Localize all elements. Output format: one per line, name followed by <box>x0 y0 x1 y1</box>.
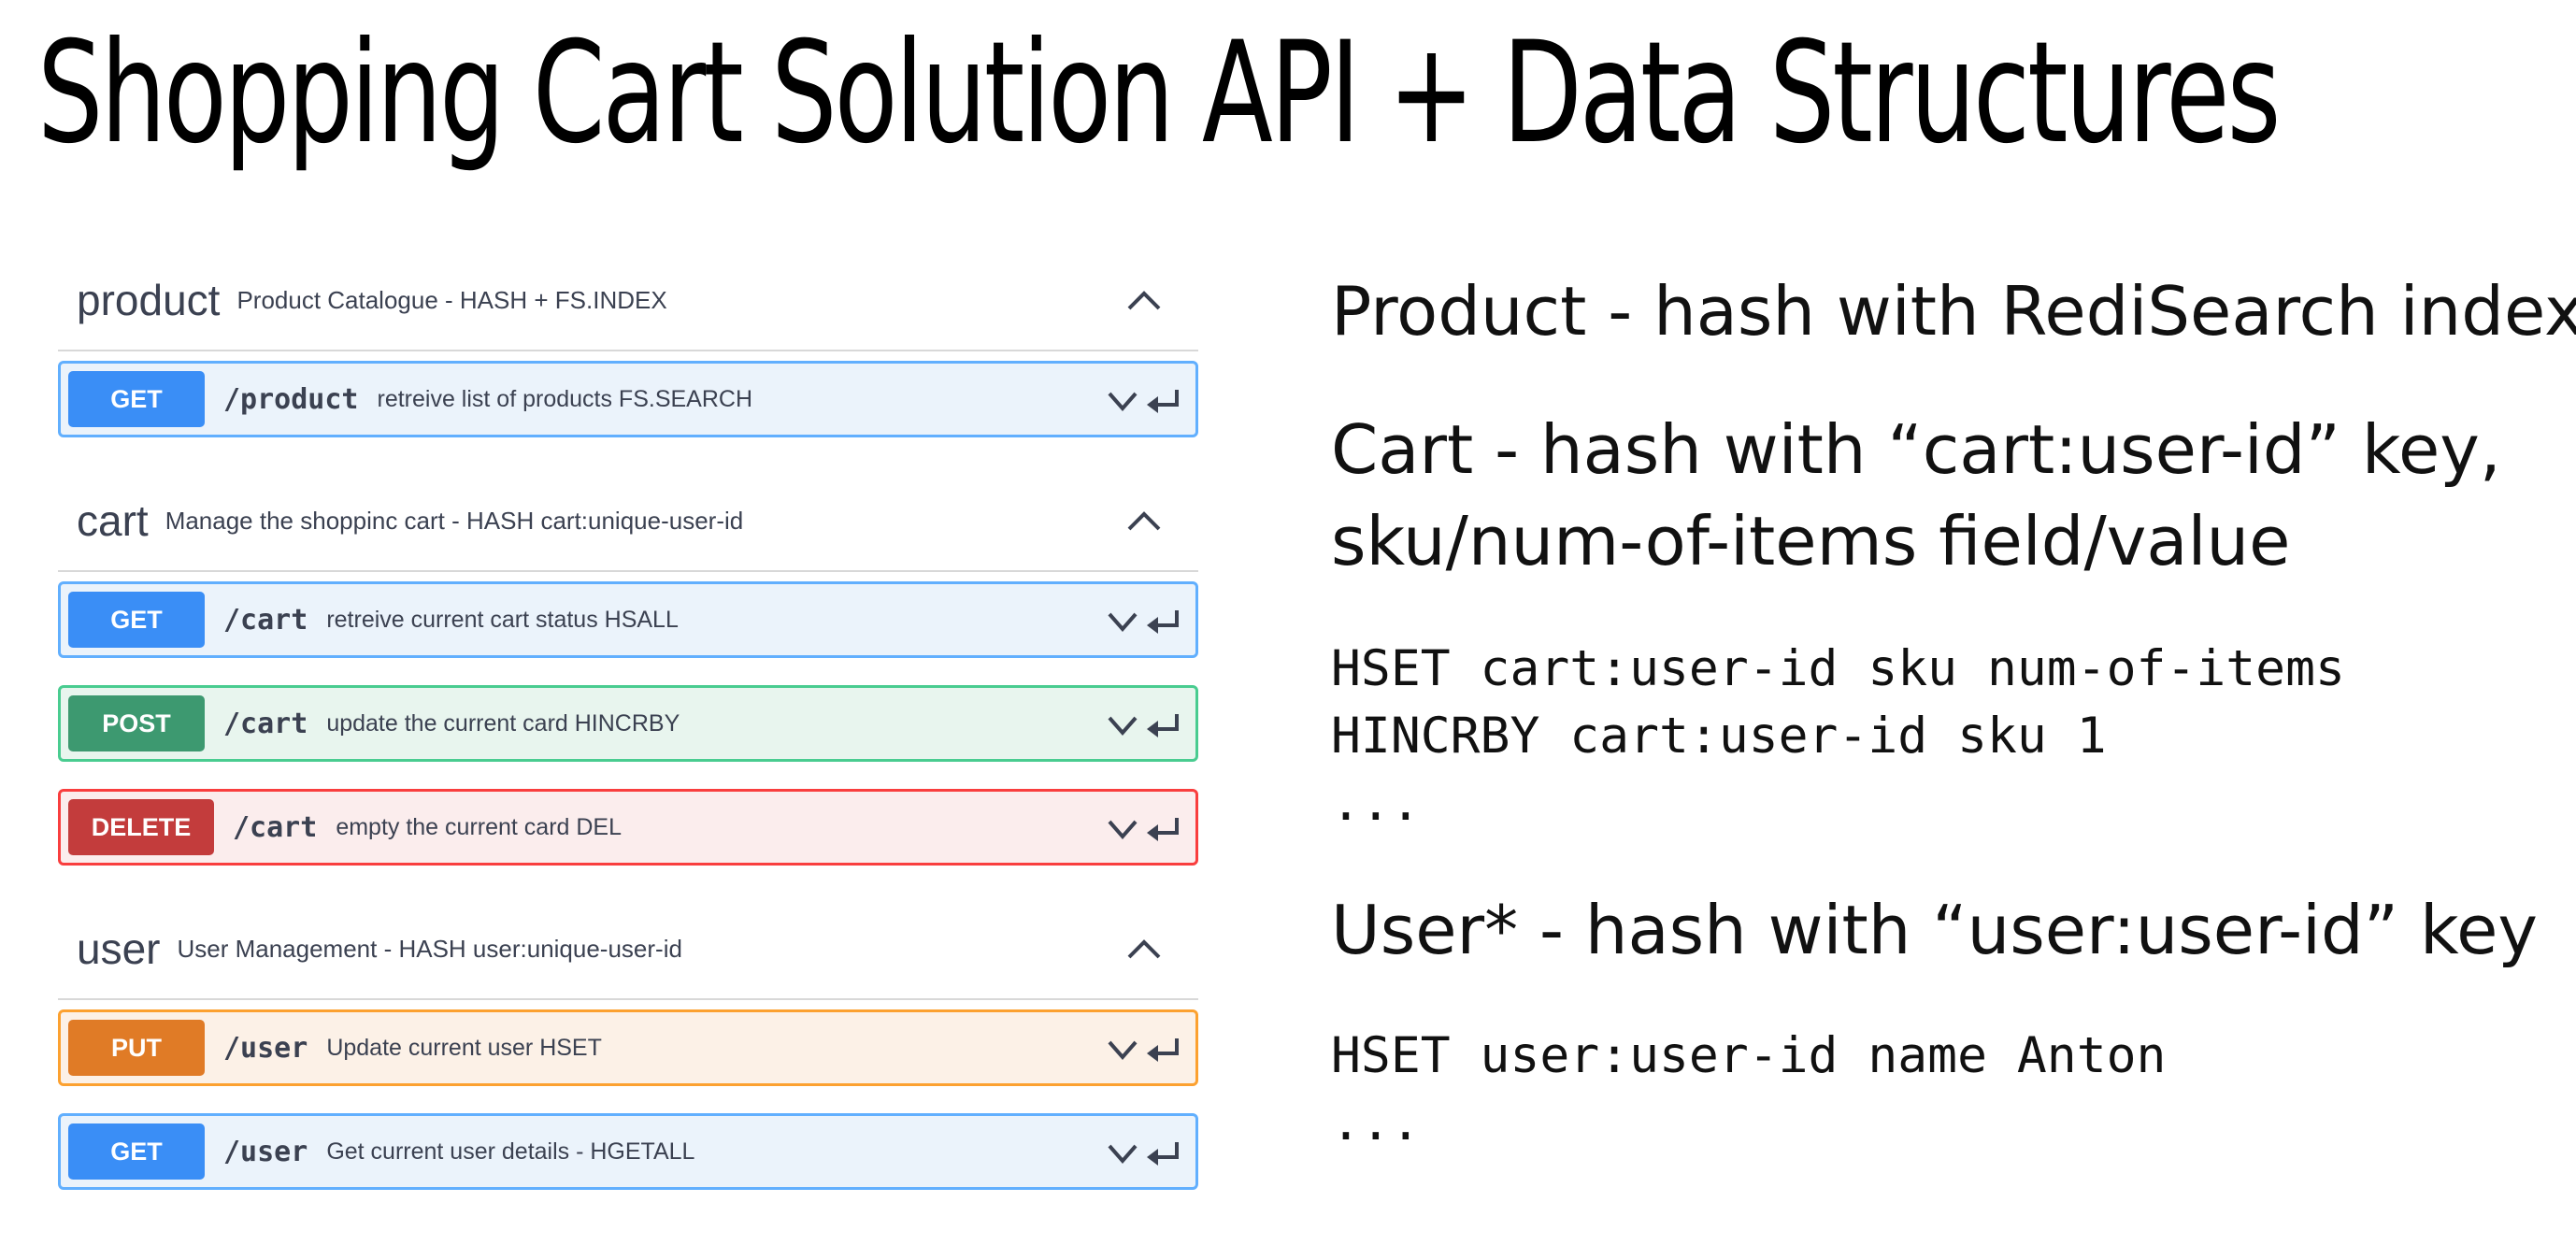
section-product: product Product Catalogue - HASH + FS.IN… <box>58 250 1198 437</box>
user-code-line2: ... <box>1331 1095 1421 1152</box>
return-arrow-icon[interactable] <box>1147 818 1179 841</box>
chevron-down-icon[interactable] <box>1108 820 1138 840</box>
section-description: Manage the shoppinc cart - HASH cart:uni… <box>165 506 744 535</box>
cart-heading-line1: Cart - hash with “cart:user-id” key, <box>1331 410 2501 489</box>
chevron-up-icon[interactable] <box>1125 508 1163 533</box>
expand-operation-icons[interactable] <box>1106 708 1184 740</box>
operation-post-cart[interactable]: POST /cart update the current card HINCR… <box>58 685 1198 762</box>
cart-code-line1: HSET cart:user-id sku num-of-items <box>1331 640 2345 697</box>
user-code-line1: HSET user:user-id name Anton <box>1331 1027 2167 1084</box>
section-description: Product Catalogue - HASH + FS.INDEX <box>236 285 667 314</box>
operation-path: /cart <box>233 810 318 844</box>
method-badge: PUT <box>68 1020 205 1076</box>
operation-summary: Update current user HSET <box>326 1034 602 1061</box>
section-header-user[interactable]: user User Management - HASH user:unique-… <box>58 899 1198 1000</box>
expand-operation-icons[interactable] <box>1106 605 1184 637</box>
operation-get-user[interactable]: GET /user Get current user details - HGE… <box>58 1113 1198 1190</box>
expand-operation-icons[interactable] <box>1106 384 1184 416</box>
operation-put-user[interactable]: PUT /user Update current user HSET <box>58 1009 1198 1086</box>
operation-summary: update the current card HINCRBY <box>326 709 680 737</box>
return-arrow-icon[interactable] <box>1147 1142 1179 1166</box>
chevron-down-icon[interactable] <box>1108 716 1138 737</box>
cart-code-line3: ... <box>1331 775 1421 832</box>
operation-get-product[interactable]: GET /product retreive list of products F… <box>58 361 1198 437</box>
operation-path: /cart <box>223 707 308 740</box>
method-badge: GET <box>68 592 205 648</box>
chevron-up-icon[interactable] <box>1125 937 1163 961</box>
operation-path: /product <box>223 382 359 416</box>
cart-code-line2: HINCRBY cart:user-id sku 1 <box>1331 708 2107 765</box>
chevron-down-icon[interactable] <box>1108 612 1138 633</box>
operation-summary: empty the current card DEL <box>336 813 623 840</box>
operation-get-cart[interactable]: GET /cart retreive current cart status H… <box>58 581 1198 658</box>
chevron-up-icon[interactable] <box>1125 288 1163 312</box>
operation-path: /user <box>223 1135 308 1168</box>
slide-title: Shopping Cart Solution API + Data Struct… <box>37 12 2281 175</box>
chevron-down-icon[interactable] <box>1108 392 1138 412</box>
product-heading: Product - hash with RediSearch index <box>1331 272 2576 351</box>
chevron-down-icon[interactable] <box>1108 1040 1138 1061</box>
expand-operation-icons[interactable] <box>1106 1033 1184 1065</box>
section-user: user User Management - HASH user:unique-… <box>58 899 1198 1190</box>
operation-delete-cart[interactable]: DELETE /cart empty the current card DEL <box>58 789 1198 866</box>
section-header-product[interactable]: product Product Catalogue - HASH + FS.IN… <box>58 250 1198 351</box>
chevron-down-icon[interactable] <box>1108 1144 1138 1165</box>
method-badge: POST <box>68 695 205 751</box>
user-heading: User* - hash with “user:user-id” key <box>1331 891 2538 969</box>
section-name: cart <box>77 496 149 545</box>
expand-operation-icons[interactable] <box>1106 1137 1184 1168</box>
section-name: user <box>77 924 161 973</box>
method-badge: GET <box>68 371 205 427</box>
return-arrow-icon[interactable] <box>1147 390 1179 413</box>
return-arrow-icon[interactable] <box>1147 610 1179 634</box>
operation-summary: Get current user details - HGETALL <box>326 1138 695 1165</box>
return-arrow-icon[interactable] <box>1147 1038 1179 1062</box>
cart-heading-line2: sku/num-of-items field/value <box>1331 502 2291 580</box>
operation-summary: retreive list of products FS.SEARCH <box>377 385 753 412</box>
method-badge: GET <box>68 1123 205 1180</box>
section-name: product <box>77 276 221 324</box>
method-badge: DELETE <box>68 799 214 855</box>
section-description: User Management - HASH user:unique-user-… <box>177 934 682 963</box>
operation-path: /cart <box>223 603 308 637</box>
return-arrow-icon[interactable] <box>1147 714 1179 737</box>
section-header-cart[interactable]: cart Manage the shoppinc cart - HASH car… <box>58 471 1198 572</box>
operation-path: /user <box>223 1031 308 1065</box>
operation-summary: retreive current cart status HSALL <box>326 606 679 633</box>
expand-operation-icons[interactable] <box>1106 812 1184 844</box>
section-cart: cart Manage the shoppinc cart - HASH car… <box>58 471 1198 866</box>
